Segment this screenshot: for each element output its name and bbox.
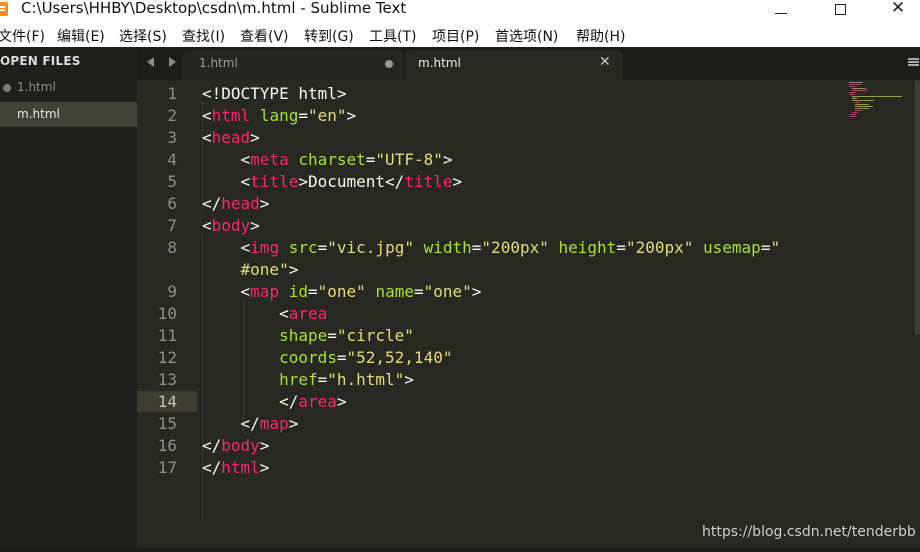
sidebar-file-label: 1.html — [17, 80, 56, 94]
code-line: </head> — [202, 194, 270, 213]
sidebar-file-1-html[interactable]: 1.html — [0, 77, 137, 99]
line-number: 13 — [157, 370, 177, 389]
menu-project[interactable]: 项目(P) — [432, 26, 479, 46]
code-line: <html lang="en"> — [202, 106, 357, 125]
line-number: 1 — [167, 84, 177, 103]
sidebar-file-label: m.html — [17, 107, 60, 121]
code-line: <head> — [202, 128, 260, 147]
tab-m-html[interactable]: m.html ✕ — [405, 50, 623, 80]
menu-selection[interactable]: 选择(S) — [119, 26, 167, 46]
line-number: 9 — [167, 282, 177, 301]
status-bar — [0, 547, 920, 552]
minimap[interactable] — [843, 82, 903, 122]
code-line: <img src="vic.jpg" width="200px" height=… — [202, 238, 781, 257]
app-icon — [0, 2, 8, 16]
dirty-dot-icon[interactable] — [385, 60, 393, 68]
menu-find[interactable]: 查找(I) — [182, 26, 225, 46]
tab-1-html[interactable]: 1.html — [182, 50, 404, 80]
menu-help[interactable]: 帮助(H) — [576, 26, 625, 46]
code-line: coords="52,52,140" — [279, 348, 453, 367]
sidebar: OPEN FILES 1.html m.html — [0, 47, 137, 552]
menu-tools[interactable]: 工具(T) — [369, 26, 416, 46]
arrow-left-icon[interactable] — [147, 57, 154, 67]
watermark-text: https://blog.csdn.net/tenderbb — [702, 524, 916, 540]
line-number: 4 — [167, 150, 177, 169]
line-number: 8 — [167, 238, 177, 257]
code-line: #one"> — [240, 260, 299, 279]
vertical-scrollbar[interactable] — [915, 80, 920, 335]
tab-label: 1.html — [199, 56, 238, 70]
line-number: 14 — [157, 392, 177, 411]
minimize-button[interactable] — [761, 0, 801, 22]
code-line: shape="circle" — [279, 326, 414, 345]
line-number: 17 — [157, 458, 177, 477]
title-bar: C:\Users\HHBY\Desktop\csdn\m.html - Subl… — [0, 0, 920, 22]
code-line: </area> — [202, 392, 347, 411]
hamburger-menu-icon[interactable] — [908, 58, 919, 66]
menu-view[interactable]: 查看(V) — [240, 26, 289, 46]
tab-label: m.html — [418, 56, 461, 70]
line-number: 7 — [167, 216, 177, 235]
close-button[interactable]: ✕ — [878, 0, 918, 22]
code-line: <area — [202, 304, 328, 323]
code-line: </body> — [202, 436, 270, 455]
line-number: 10 — [157, 304, 177, 323]
line-number: 16 — [157, 436, 177, 455]
line-number: 15 — [157, 414, 177, 433]
line-number: 5 — [167, 172, 177, 191]
menu-file[interactable]: 文件(F) — [0, 26, 45, 46]
code-line: <map id="one" name="one"> — [202, 282, 482, 301]
code-editor[interactable]: 1 2 3 4 5 6 7 8 9 10 11 12 13 14 15 16 17 <!DOCTYPE html… — [137, 80, 920, 547]
code-line: </html> — [202, 458, 270, 477]
minimize-icon — [775, 12, 787, 14]
maximize-icon — [834, 3, 846, 15]
arrow-right-icon[interactable] — [169, 57, 176, 67]
code-line: <title>Document</title> — [202, 172, 463, 191]
open-files-heading: OPEN FILES — [0, 54, 81, 68]
window-title: C:\Users\HHBY\Desktop\csdn\m.html - Subl… — [21, 0, 407, 17]
line-number: 6 — [167, 194, 177, 213]
tab-bar: 1.html m.html ✕ — [137, 47, 920, 80]
dirty-dot-icon — [3, 84, 11, 92]
line-number: 12 — [157, 348, 177, 367]
maximize-button[interactable] — [820, 0, 860, 22]
menu-goto[interactable]: 转到(G) — [304, 26, 354, 46]
code-line: <!DOCTYPE html> — [202, 84, 347, 103]
code-line: href="h.html"> — [279, 370, 414, 389]
line-number: 2 — [167, 106, 177, 125]
menu-bar: 文件(F) 编辑(E) 选择(S) 查找(I) 查看(V) 转到(G) 工具(T… — [0, 22, 920, 47]
close-icon: ✕ — [890, 0, 906, 18]
code-line: <body> — [202, 216, 260, 235]
menu-preferences[interactable]: 首选项(N) — [495, 26, 558, 46]
line-number: 11 — [157, 326, 177, 345]
menu-edit[interactable]: 编辑(E) — [57, 26, 105, 46]
line-number-gutter: 1 2 3 4 5 6 7 8 9 10 11 12 13 14 15 16 17 — [137, 80, 197, 547]
close-tab-icon[interactable]: ✕ — [599, 54, 611, 70]
sidebar-file-m-html[interactable]: m.html — [0, 102, 137, 127]
line-number: 3 — [167, 128, 177, 147]
code-line: <meta charset="UTF-8"> — [202, 150, 453, 169]
code-line: </map> — [202, 414, 299, 433]
